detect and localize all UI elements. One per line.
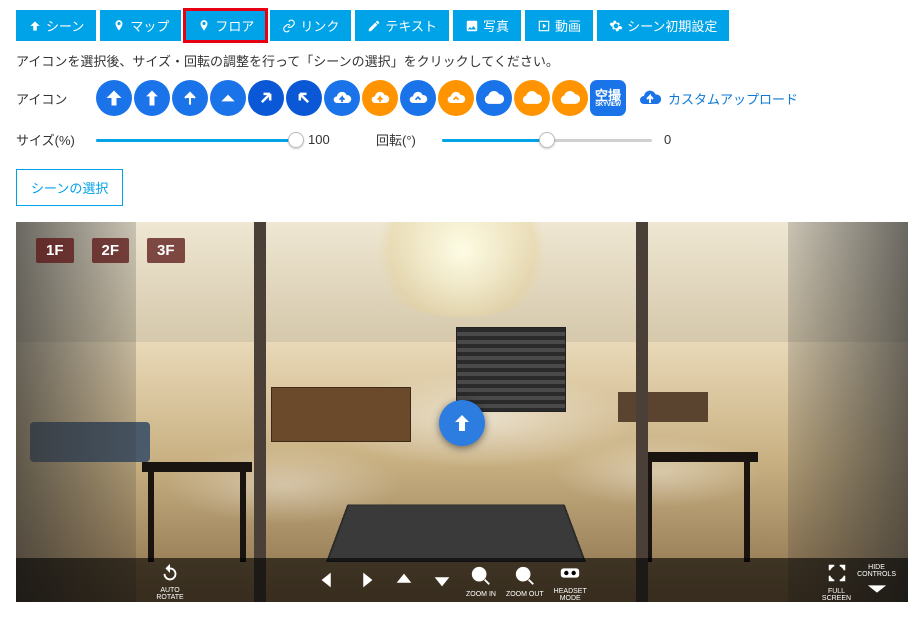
nav-down-button[interactable] xyxy=(428,566,456,594)
zoom-in-button[interactable] xyxy=(467,562,495,590)
tab-floor[interactable]: フロア xyxy=(185,10,266,41)
nav-left-button[interactable] xyxy=(314,566,342,594)
auto-rotate-label: AUTOROTATE xyxy=(156,587,183,601)
link-icon xyxy=(282,19,296,33)
icon-cloud-up-3[interactable] xyxy=(400,80,436,116)
tab-text[interactable]: テキスト xyxy=(355,10,449,41)
zoom-in-label: ZOOM IN xyxy=(466,591,496,598)
zoom-out-button[interactable] xyxy=(511,562,539,590)
label-size: サイズ(%) xyxy=(16,130,88,149)
hide-controls-label: HIDECONTROLS xyxy=(857,564,896,578)
icon-arrow-outline[interactable] xyxy=(172,80,208,116)
skyview-top: 空撮 xyxy=(595,89,621,102)
icon-cloud-up-4[interactable] xyxy=(438,80,474,116)
label-icon: アイコン xyxy=(16,89,88,108)
tab-label: リンク xyxy=(300,16,339,35)
hide-controls-button[interactable] xyxy=(863,581,891,597)
floor-tag-1f[interactable]: 1F xyxy=(36,238,74,263)
tab-label: 写真 xyxy=(483,16,509,35)
rotation-slider[interactable] xyxy=(442,131,652,149)
size-value: 100 xyxy=(308,132,348,147)
viewer-controls-bar: AUTOROTATE ZOOM IN ZOOM OUT HEADSETMODE xyxy=(16,558,908,602)
rotation-value: 0 xyxy=(664,132,704,147)
icon-chevron-up[interactable] xyxy=(210,80,246,116)
tab-bar: シーン マップ フロア リンク テキスト 写真 動画 シーン初期設定 xyxy=(16,10,908,41)
tab-label: マップ xyxy=(130,16,169,35)
rotation-knob[interactable] xyxy=(539,132,555,148)
edit-icon xyxy=(367,19,381,33)
icon-skyview-badge[interactable]: 空撮 SKYVIEW xyxy=(590,80,626,116)
skyview-sub: SKYVIEW xyxy=(595,102,621,108)
custom-upload-label: カスタムアップロード xyxy=(668,89,798,108)
headset-label: HEADSETMODE xyxy=(554,588,587,602)
size-slider[interactable] xyxy=(96,131,296,149)
tab-label: フロア xyxy=(215,16,254,35)
tab-label: テキスト xyxy=(385,16,437,35)
icon-arrow-thin[interactable] xyxy=(134,80,170,116)
tab-label: シーン初期設定 xyxy=(627,16,717,35)
size-knob[interactable] xyxy=(288,132,304,148)
select-scene-button[interactable]: シーンの選択 xyxy=(16,169,123,206)
gear-icon xyxy=(609,19,623,33)
panorama-viewer[interactable]: 1F 2F 3F AUTOROTATE ZOOM IN xyxy=(16,222,908,602)
tab-link[interactable]: リンク xyxy=(270,10,351,41)
floor-tag-2f[interactable]: 2F xyxy=(92,238,130,263)
icon-arrow-filled[interactable] xyxy=(96,80,132,116)
auto-rotate-button[interactable] xyxy=(156,559,184,587)
icon-cloud-alt-2[interactable] xyxy=(514,80,550,116)
tab-map[interactable]: マップ xyxy=(100,10,181,41)
nav-right-button[interactable] xyxy=(352,566,380,594)
zoom-out-label: ZOOM OUT xyxy=(506,591,544,598)
tab-label: 動画 xyxy=(555,16,581,35)
pin-icon xyxy=(197,19,211,33)
cloud-upload-icon xyxy=(638,86,662,110)
arrow-up-icon xyxy=(28,19,42,33)
icon-cloud-alt-3[interactable] xyxy=(552,80,588,116)
rotation-fill xyxy=(442,139,547,142)
floor-tag-3f[interactable]: 3F xyxy=(147,238,185,263)
tab-scene[interactable]: シーン xyxy=(16,10,96,41)
icon-cloud-up-1[interactable] xyxy=(324,80,360,116)
fullscreen-button[interactable] xyxy=(823,559,851,587)
instruction-text: アイコンを選択後、サイズ・回転の調整を行って「シーンの選択」をクリックしてくださ… xyxy=(16,51,908,70)
custom-upload-button[interactable]: カスタムアップロード xyxy=(638,86,798,110)
icon-arrow-nw[interactable] xyxy=(286,80,322,116)
headset-button[interactable] xyxy=(556,559,584,587)
tab-scene-init[interactable]: シーン初期設定 xyxy=(597,10,729,41)
tab-label: シーン xyxy=(46,16,84,35)
image-icon xyxy=(465,19,479,33)
floor-tags: 1F 2F 3F xyxy=(36,238,185,263)
pin-icon xyxy=(112,19,126,33)
icon-cloud-up-2[interactable] xyxy=(362,80,398,116)
icon-palette: 空撮 SKYVIEW カスタムアップロード xyxy=(96,80,798,116)
label-rotation: 回転(°) xyxy=(376,130,434,149)
icon-arrow-ne[interactable] xyxy=(248,80,284,116)
tab-video[interactable]: 動画 xyxy=(525,10,593,41)
scene-hotspot[interactable] xyxy=(439,400,485,446)
tab-photo[interactable]: 写真 xyxy=(453,10,521,41)
fullscreen-label: FULLSCREEN xyxy=(822,588,851,602)
nav-up-button[interactable] xyxy=(390,566,418,594)
arrow-up-icon xyxy=(450,411,474,435)
video-icon xyxy=(537,19,551,33)
size-fill xyxy=(96,139,296,142)
icon-cloud-alt-1[interactable] xyxy=(476,80,512,116)
